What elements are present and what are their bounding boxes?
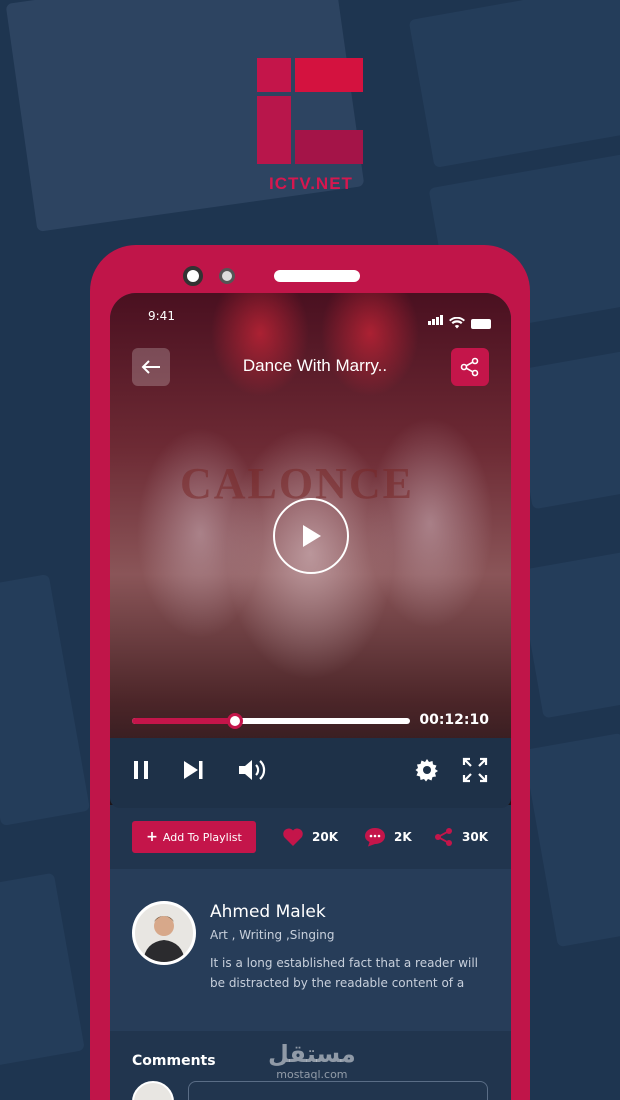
brand-name: ICTV.NET: [269, 174, 353, 193]
battery-icon: [471, 319, 491, 329]
heart-icon: [283, 828, 303, 846]
video-title: Dance With Marry..: [242, 356, 388, 375]
comment-icon: [365, 828, 385, 847]
status-icons: [427, 310, 491, 329]
background-photo-tile: [523, 732, 620, 948]
gear-icon: [415, 759, 438, 782]
action-bar: + Add To Playlist 20K 2K 30K: [110, 809, 511, 869]
watermark-arabic: مستقل: [268, 1040, 356, 1068]
settings-button[interactable]: [412, 755, 442, 785]
author-card: Ahmed Malek Art , Writing ,Singing It is…: [110, 869, 511, 1031]
progress-fill: [132, 718, 235, 724]
author-avatar[interactable]: [132, 901, 196, 965]
likes-stat[interactable]: 20K: [282, 827, 338, 847]
pause-button[interactable]: [126, 755, 156, 785]
volume-button[interactable]: [236, 755, 272, 785]
arrow-left-icon: [141, 360, 160, 374]
add-to-playlist-button[interactable]: + Add To Playlist: [132, 821, 256, 853]
skip-next-icon: [184, 761, 203, 779]
watermark: مستقل mostaql.com: [268, 1040, 356, 1081]
background-photo-tile: [0, 872, 85, 1068]
pause-icon: [134, 761, 148, 779]
background-photo-tile: [517, 551, 620, 719]
shares-stat[interactable]: 30K: [434, 827, 488, 847]
add-to-playlist-label: Add To Playlist: [162, 830, 242, 844]
video-player[interactable]: CALONCE 9:41 Dance With Marry.. 00:12:10: [110, 293, 511, 805]
commenter-avatar: [132, 1081, 174, 1100]
signal-icon: [427, 310, 443, 329]
comment-input[interactable]: [188, 1081, 488, 1100]
plus-icon: +: [146, 829, 158, 845]
author-bio: It is a long established fact that a rea…: [210, 956, 479, 990]
status-time: 9:41: [148, 309, 175, 323]
wifi-icon: [449, 317, 465, 329]
play-button[interactable]: [273, 498, 349, 574]
share-icon: [460, 357, 479, 377]
author-name: Ahmed Malek: [210, 902, 326, 922]
author-tags: Art , Writing ,Singing: [210, 928, 335, 942]
volume-icon: [239, 760, 266, 780]
front-camera: [183, 266, 203, 286]
comments-title: Comments: [132, 1053, 216, 1069]
back-button[interactable]: [132, 348, 170, 386]
shares-count: 30K: [462, 830, 488, 844]
comments-stat[interactable]: 2K: [364, 827, 412, 847]
next-button[interactable]: [178, 755, 208, 785]
watermark-latin: mostaql.com: [276, 1068, 348, 1081]
fullscreen-button[interactable]: [460, 755, 490, 785]
comments-count: 2K: [394, 830, 412, 844]
background-photo-tile: [408, 0, 620, 168]
play-icon: [303, 525, 321, 547]
fullscreen-icon: [462, 757, 488, 783]
progress-knob[interactable]: [226, 713, 243, 729]
sensor: [219, 268, 235, 284]
playback-controls: [110, 738, 511, 808]
person-avatar-icon: [143, 916, 185, 962]
ictv-logo: ICTV.NET: [257, 58, 365, 193]
likes-count: 20K: [312, 830, 338, 844]
speaker-grille: [274, 270, 360, 282]
share-button[interactable]: [451, 348, 489, 386]
playback-time: 00:12:10: [419, 712, 489, 728]
share-icon: [435, 828, 452, 846]
background-photo-tile: [0, 574, 91, 826]
phone-screen: CALONCE 9:41 Dance With Marry.. 00:12:10: [110, 293, 511, 1100]
progress-bar[interactable]: [132, 713, 410, 729]
